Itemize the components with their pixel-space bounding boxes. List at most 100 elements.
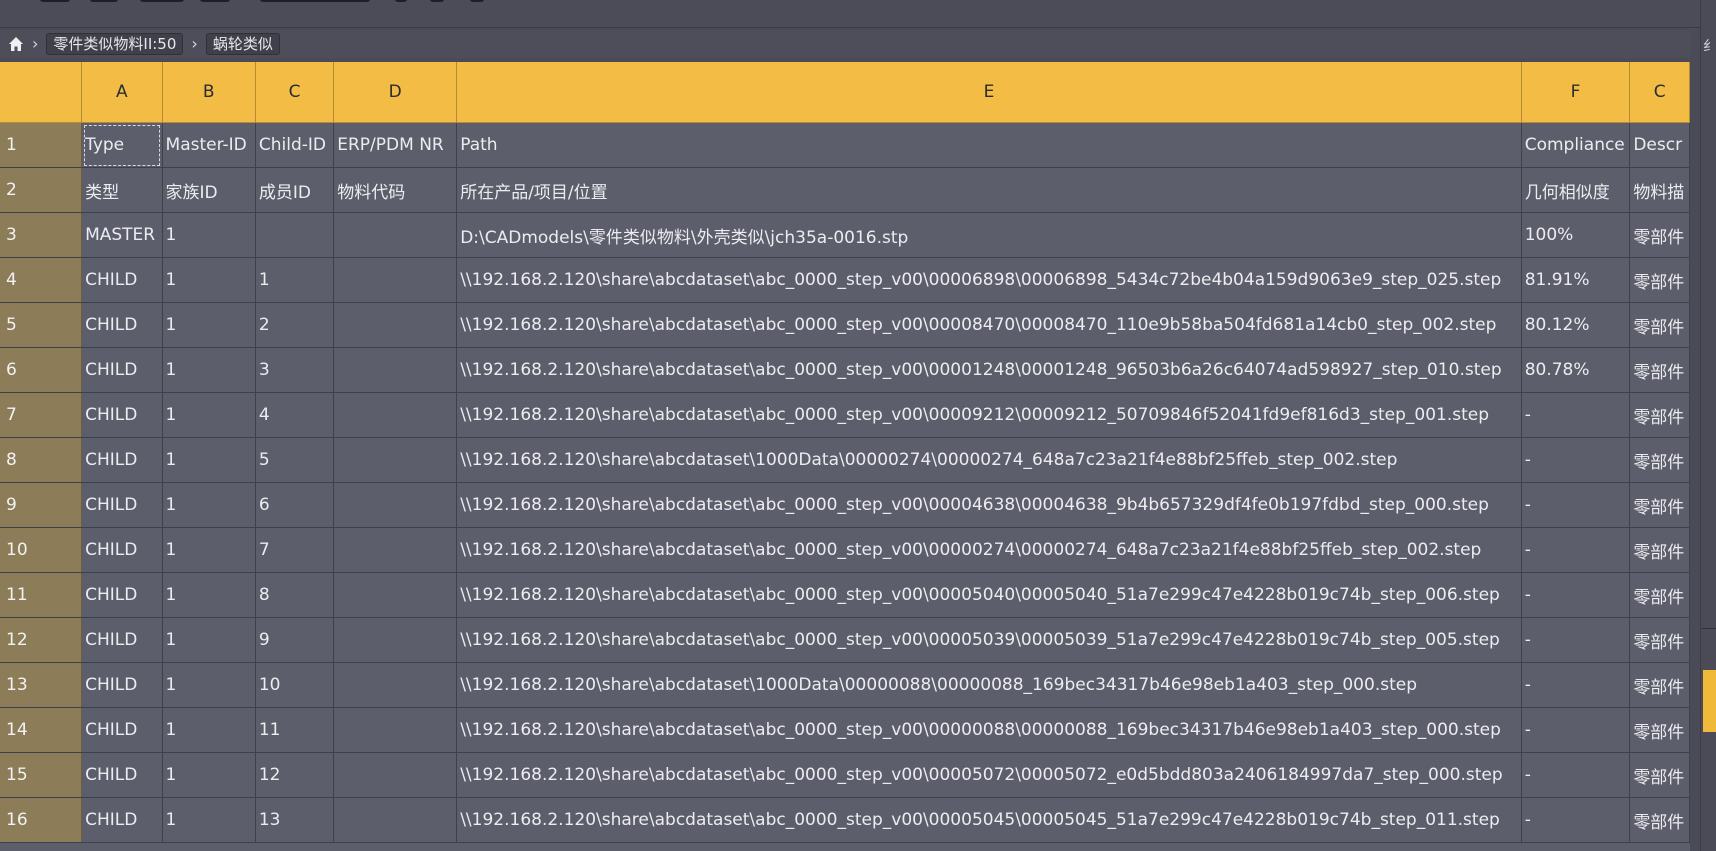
- cell[interactable]: ERP/PDM NR: [333, 122, 458, 168]
- column-header-6[interactable]: C: [1629, 62, 1690, 123]
- scroll-thumb[interactable]: [1703, 670, 1716, 732]
- cell[interactable]: 零部件: [1629, 617, 1690, 663]
- cell[interactable]: 1: [162, 752, 256, 798]
- cell[interactable]: -: [1521, 752, 1631, 798]
- cell[interactable]: 零部件: [1629, 797, 1690, 843]
- cell[interactable]: [333, 437, 458, 483]
- cell[interactable]: 1: [162, 392, 256, 438]
- cell[interactable]: CHILD: [81, 482, 163, 528]
- cell[interactable]: CHILD: [81, 257, 163, 303]
- cell[interactable]: 零部件: [1629, 662, 1690, 708]
- cell[interactable]: -: [1521, 797, 1631, 843]
- cell[interactable]: 零部件: [1629, 257, 1690, 303]
- cell[interactable]: \\192.168.2.120\share\abcdataset\abc_000…: [456, 482, 1522, 528]
- cell[interactable]: 80.78%: [1521, 347, 1631, 393]
- cell[interactable]: \\192.168.2.120\share\abcdataset\abc_000…: [456, 347, 1522, 393]
- cell[interactable]: MASTER: [81, 212, 163, 258]
- cell[interactable]: CHILD: [81, 347, 163, 393]
- cell[interactable]: CHILD: [81, 752, 163, 798]
- cell[interactable]: 1: [162, 527, 256, 573]
- cell[interactable]: 5: [255, 437, 335, 483]
- cell[interactable]: 物料代码: [333, 167, 458, 213]
- cell[interactable]: D:\CADmodels\零件类似物料\外壳类似\jch35a-0016.stp: [456, 212, 1522, 258]
- select-all-corner[interactable]: [0, 62, 83, 123]
- cell[interactable]: 零部件: [1629, 707, 1690, 753]
- cell[interactable]: 零部件: [1629, 347, 1690, 393]
- cell[interactable]: 1: [162, 302, 256, 348]
- cell[interactable]: 4: [255, 392, 335, 438]
- breadcrumb-item-1[interactable]: 零件类似物料II:50: [46, 33, 184, 55]
- cell[interactable]: Path: [456, 122, 1522, 168]
- cell[interactable]: 1: [162, 347, 256, 393]
- spreadsheet-grid[interactable]: ABCDEFC 1 Type Master-ID Child-ID ERP/PDM NR…: [0, 62, 1690, 851]
- cell[interactable]: \\192.168.2.120\share\abcdataset\abc_000…: [456, 752, 1522, 798]
- cell[interactable]: Type: [81, 122, 163, 168]
- row-header[interactable]: 15: [0, 752, 83, 798]
- cell[interactable]: [333, 707, 458, 753]
- cell[interactable]: -: [1521, 617, 1631, 663]
- cell[interactable]: CHILD: [81, 707, 163, 753]
- cell[interactable]: Child-ID: [255, 122, 335, 168]
- cell[interactable]: 100%: [1521, 212, 1631, 258]
- cell[interactable]: -: [1521, 662, 1631, 708]
- row-header[interactable]: 3: [0, 212, 83, 258]
- cell[interactable]: CHILD: [81, 572, 163, 618]
- cell[interactable]: -: [1521, 437, 1631, 483]
- cell[interactable]: 80.12%: [1521, 302, 1631, 348]
- cell[interactable]: 所在产品/项目/位置: [456, 167, 1522, 213]
- cell[interactable]: 81.91%: [1521, 257, 1631, 303]
- cell[interactable]: \\192.168.2.120\share\abcdataset\abc_000…: [456, 392, 1522, 438]
- cell[interactable]: 1: [162, 797, 256, 843]
- cell[interactable]: 11: [255, 707, 335, 753]
- cell[interactable]: 8: [255, 572, 335, 618]
- cell[interactable]: 零部件: [1629, 482, 1690, 528]
- cell[interactable]: 零部件: [1629, 392, 1690, 438]
- home-icon[interactable]: [8, 36, 24, 52]
- row-header[interactable]: 7: [0, 392, 83, 438]
- cell[interactable]: 零部件: [1629, 572, 1690, 618]
- cell[interactable]: CHILD: [81, 302, 163, 348]
- cell[interactable]: CHILD: [81, 662, 163, 708]
- cell[interactable]: [333, 392, 458, 438]
- cell[interactable]: [333, 662, 458, 708]
- cell[interactable]: 6: [255, 482, 335, 528]
- row-header[interactable]: 13: [0, 662, 83, 708]
- row-header[interactable]: 1: [0, 122, 83, 168]
- row-header[interactable]: 6: [0, 347, 83, 393]
- cell[interactable]: 1: [162, 662, 256, 708]
- cell[interactable]: 1: [162, 707, 256, 753]
- cell[interactable]: 1: [162, 572, 256, 618]
- cell[interactable]: 2: [255, 302, 335, 348]
- cell[interactable]: 成员ID: [255, 167, 335, 213]
- cell[interactable]: Compliance: [1521, 122, 1631, 168]
- cell[interactable]: 零部件: [1629, 302, 1690, 348]
- row-header[interactable]: 8: [0, 437, 83, 483]
- cell[interactable]: \\192.168.2.120\share\abcdataset\abc_000…: [456, 617, 1522, 663]
- column-header-5[interactable]: F: [1521, 62, 1631, 123]
- cell[interactable]: 1: [162, 617, 256, 663]
- breadcrumb-item-2[interactable]: 蜗轮类似: [205, 33, 280, 55]
- cell[interactable]: 几何相似度: [1521, 167, 1631, 213]
- cell[interactable]: 3: [255, 347, 335, 393]
- cell[interactable]: 物料描: [1629, 167, 1690, 213]
- cell[interactable]: 零部件: [1629, 437, 1690, 483]
- cell[interactable]: 13: [255, 797, 335, 843]
- row-header[interactable]: 10: [0, 527, 83, 573]
- row-header[interactable]: 9: [0, 482, 83, 528]
- cell[interactable]: 9: [255, 617, 335, 663]
- cell[interactable]: -: [1521, 707, 1631, 753]
- cell[interactable]: [333, 347, 458, 393]
- cell[interactable]: \\192.168.2.120\share\abcdataset\abc_000…: [456, 797, 1522, 843]
- column-header-1[interactable]: B: [162, 62, 256, 123]
- row-header[interactable]: 12: [0, 617, 83, 663]
- cell[interactable]: [333, 797, 458, 843]
- cell[interactable]: 12: [255, 752, 335, 798]
- row-header[interactable]: 5: [0, 302, 83, 348]
- cell[interactable]: -: [1521, 572, 1631, 618]
- cell[interactable]: CHILD: [81, 437, 163, 483]
- cell[interactable]: \\192.168.2.120\share\abcdataset\abc_000…: [456, 527, 1522, 573]
- cell[interactable]: 1: [162, 482, 256, 528]
- column-header-3[interactable]: D: [333, 62, 458, 123]
- cell[interactable]: CHILD: [81, 392, 163, 438]
- cell[interactable]: 1: [162, 437, 256, 483]
